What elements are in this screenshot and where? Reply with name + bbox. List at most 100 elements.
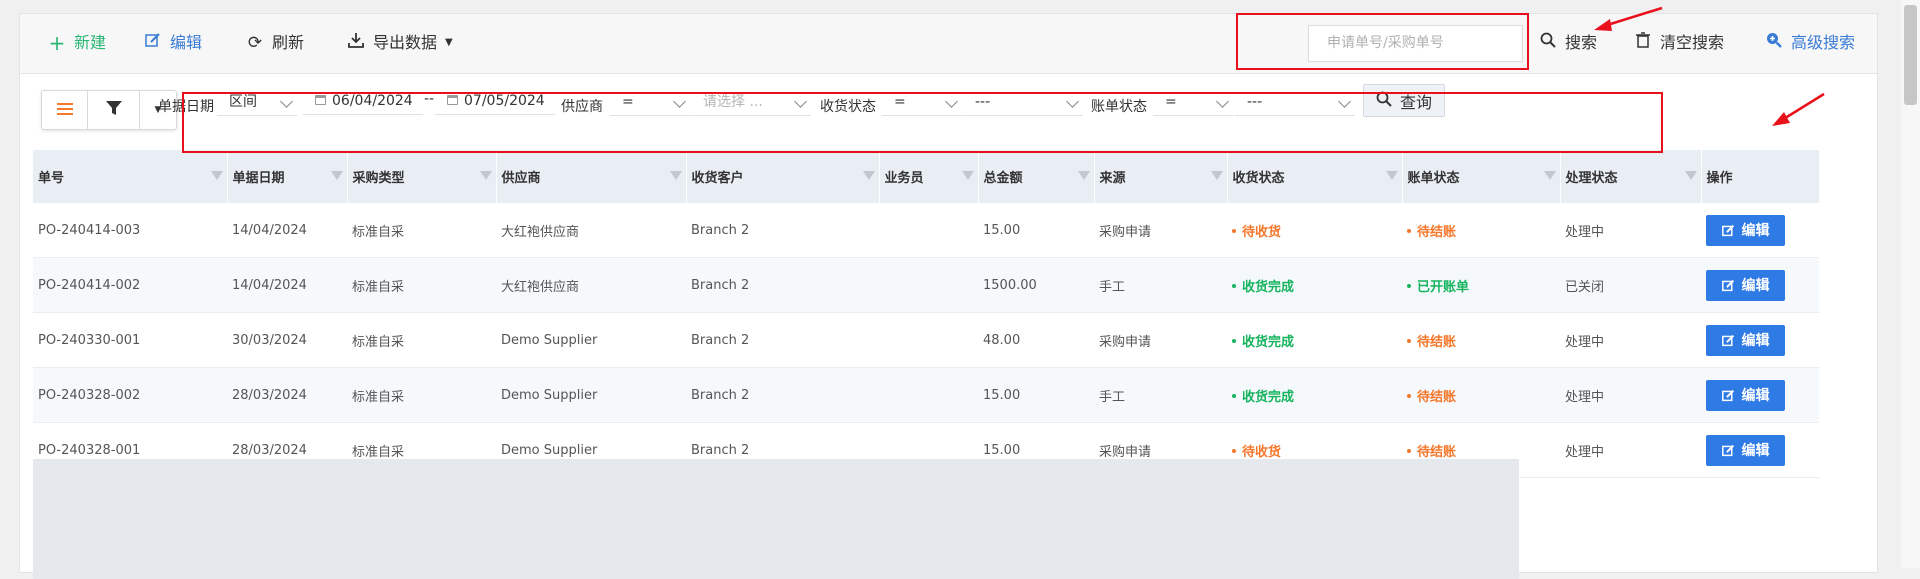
table-row: PO-240414-002 14/04/2024 标准自采 大红袍供应商 Bra…: [33, 257, 1819, 313]
bill-status-select[interactable]: ---: [1235, 88, 1355, 116]
chevron-down-icon: [1066, 95, 1079, 108]
edit-icon: [1721, 279, 1734, 291]
search-button[interactable]: 搜索: [1539, 32, 1597, 54]
edit-label: 编辑: [170, 33, 203, 52]
refresh-label: 刷新: [272, 33, 305, 52]
edit-icon: [144, 32, 162, 54]
bill-operator-select[interactable]: =: [1153, 88, 1233, 116]
calendar-icon: [447, 95, 458, 105]
order-no-link[interactable]: PO-240414-003: [33, 203, 227, 258]
row-edit-button[interactable]: 编辑: [1706, 324, 1785, 356]
source-cell: 手工: [1094, 257, 1227, 313]
order-date-cell: 14/04/2024: [227, 257, 347, 313]
process-status-cell: 处理中: [1560, 422, 1701, 478]
search-input[interactable]: 申请单号/采购单号: [1308, 25, 1523, 62]
bill-status-cell: 已开账单: [1402, 257, 1560, 313]
row-edit-button[interactable]: 编辑: [1706, 269, 1785, 301]
receive-status-select[interactable]: ---: [963, 88, 1083, 116]
purchase-type-cell: 标准自采: [347, 257, 496, 313]
status-dot-icon: [1232, 284, 1236, 288]
row-edit-button[interactable]: 编辑: [1706, 434, 1785, 466]
supplier-operator-select[interactable]: =: [610, 88, 690, 116]
advanced-search-button[interactable]: 高级搜索: [1765, 32, 1855, 54]
supplier-filter-label: 供应商: [561, 99, 603, 115]
edit-button[interactable]: 编辑: [144, 32, 202, 54]
col-label-source: 来源: [1099, 171, 1126, 186]
date-to-field[interactable]: 07/05/2024: [435, 87, 555, 115]
filter-icon[interactable]: [330, 171, 343, 180]
edit-icon: [1721, 444, 1734, 456]
export-button[interactable]: 导出数据 ▼: [347, 32, 453, 54]
col-header-type[interactable]: 采购类型: [347, 150, 497, 203]
col-header-supplier[interactable]: 供应商: [496, 150, 687, 203]
scrollbar-thumb[interactable]: [1904, 5, 1917, 105]
filter-icon[interactable]: [210, 171, 223, 180]
order-no-link[interactable]: PO-240328-002: [33, 367, 227, 423]
order-no-link[interactable]: PO-240414-002: [33, 257, 227, 313]
clear-search-label: 清空搜索: [1660, 33, 1725, 52]
supplier-cell: 大红袍供应商: [496, 257, 686, 313]
chevron-down-icon: [945, 95, 958, 108]
bill-status-badge: 待结账: [1417, 389, 1457, 405]
new-button[interactable]: + 新建: [48, 32, 106, 54]
filter-icon[interactable]: [1385, 171, 1398, 180]
filter-icon[interactable]: [669, 171, 682, 180]
salesman-cell: [879, 257, 978, 313]
filter-icon[interactable]: [479, 171, 492, 180]
filter-icon[interactable]: [1077, 171, 1090, 180]
col-label-actions: 操作: [1706, 171, 1733, 186]
col-label-type: 采购类型: [352, 171, 405, 186]
query-button[interactable]: 查询: [1363, 84, 1445, 117]
order-no-link[interactable]: PO-240330-001: [33, 312, 227, 368]
customer-cell: Branch 2: [686, 257, 879, 313]
salesman-cell: [879, 312, 978, 368]
receive-status-badge: 收货完成: [1242, 334, 1295, 350]
row-edit-label: 编辑: [1741, 388, 1770, 404]
refresh-button[interactable]: ⟳ 刷新: [246, 32, 304, 54]
new-label: 新建: [74, 33, 107, 52]
clear-search-button[interactable]: 清空搜索: [1634, 32, 1724, 54]
receive-status-badge: 待收货: [1242, 444, 1282, 460]
filter-icon[interactable]: [961, 171, 974, 180]
customer-cell: Branch 2: [686, 312, 879, 368]
bill-operator-value: =: [1165, 94, 1177, 110]
col-header-source[interactable]: 来源: [1094, 150, 1228, 203]
col-header-no[interactable]: 单号: [33, 150, 228, 203]
filter-icon[interactable]: [1543, 171, 1556, 180]
amount-cell: 1500.00: [978, 257, 1094, 313]
supplier-cell: 大红袍供应商: [496, 203, 686, 258]
order-date-cell: 14/04/2024: [227, 203, 347, 258]
col-header-amount[interactable]: 总金额: [978, 150, 1095, 203]
bill-status-value: ---: [1247, 94, 1263, 110]
row-edit-button[interactable]: 编辑: [1706, 379, 1785, 411]
download-icon: [347, 32, 365, 54]
filter-icon[interactable]: [1210, 171, 1223, 180]
trash-icon: [1634, 32, 1652, 54]
process-status-cell: 处理中: [1560, 367, 1701, 423]
filter-icon[interactable]: [1684, 171, 1697, 180]
purchase-type-cell: 标准自采: [347, 312, 496, 368]
edit-icon: [1721, 389, 1734, 401]
filter-button[interactable]: [88, 91, 140, 129]
receive-operator-select[interactable]: =: [882, 88, 962, 116]
list-view-button[interactable]: [42, 91, 88, 129]
filter-icon[interactable]: [862, 171, 875, 180]
col-header-actions: 操作: [1701, 150, 1820, 203]
chevron-down-icon: [1338, 95, 1351, 108]
col-header-customer[interactable]: 收货客户: [686, 150, 880, 203]
row-edit-button[interactable]: 编辑: [1706, 214, 1785, 246]
col-header-bill[interactable]: 账单状态: [1402, 150, 1561, 203]
col-header-date[interactable]: 单据日期: [227, 150, 348, 203]
col-label-amount: 总金额: [983, 171, 1023, 186]
order-date-cell: 30/03/2024: [227, 312, 347, 368]
purchase-type-cell: 标准自采: [347, 367, 496, 423]
col-header-process[interactable]: 处理状态: [1560, 150, 1702, 203]
col-header-salesman[interactable]: 业务员: [879, 150, 979, 203]
table-header-row: 单号 单据日期 采购类型 供应商 收货客户 业务员 总金额 来源 收货状态 账单…: [33, 150, 1820, 203]
date-mode-select[interactable]: 区间: [217, 88, 297, 116]
bill-status-cell: 待结账: [1402, 367, 1560, 423]
date-from-field[interactable]: 06/04/2024: [303, 87, 423, 115]
col-header-receive[interactable]: 收货状态: [1227, 150, 1403, 203]
supplier-select[interactable]: 请选择 ...: [691, 88, 811, 116]
receive-status-badge: 收货完成: [1242, 389, 1295, 405]
